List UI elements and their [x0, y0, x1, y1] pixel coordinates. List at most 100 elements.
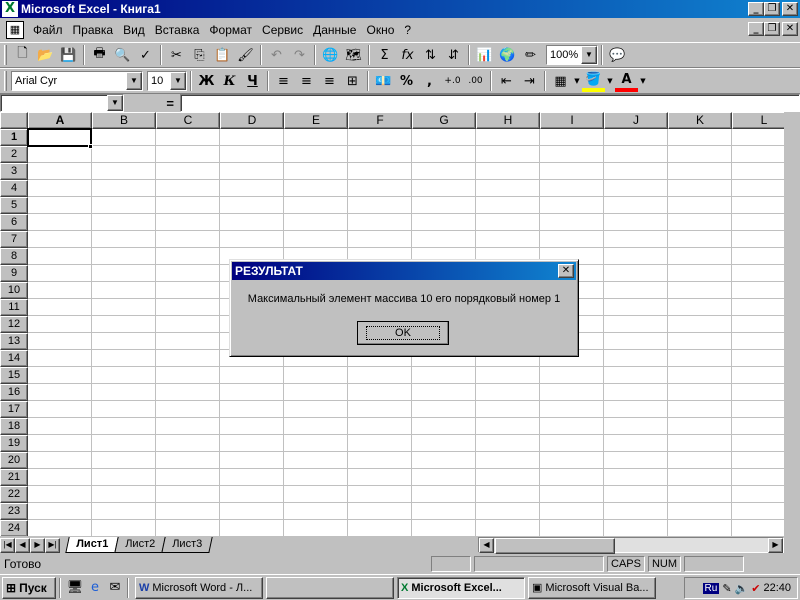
- column-header[interactable]: H: [476, 112, 540, 129]
- restore-button[interactable]: ❐: [764, 2, 780, 16]
- toolbar-grip[interactable]: [4, 71, 7, 91]
- decrease-indent-icon[interactable]: ⇤: [495, 70, 518, 92]
- name-box[interactable]: ▼: [0, 94, 124, 112]
- internet-explorer-icon[interactable]: e: [86, 579, 104, 597]
- copy-icon[interactable]: ⎘: [188, 44, 211, 66]
- row-header[interactable]: 21: [0, 469, 28, 486]
- chevron-down-icon[interactable]: ▼: [605, 70, 615, 92]
- active-cell-a1[interactable]: [27, 128, 92, 147]
- row-header[interactable]: 11: [0, 299, 28, 316]
- row-header[interactable]: 17: [0, 401, 28, 418]
- column-header[interactable]: K: [668, 112, 732, 129]
- show-desktop-icon[interactable]: 🖥: [66, 579, 84, 597]
- align-center-icon[interactable]: ≡: [295, 70, 318, 92]
- undo-icon[interactable]: ↶: [265, 44, 288, 66]
- open-folder-icon[interactable]: 📂: [34, 44, 57, 66]
- tray-check-icon[interactable]: ✔: [751, 582, 760, 595]
- menu-data[interactable]: Данные: [308, 23, 361, 37]
- next-sheet-icon[interactable]: ▶: [30, 537, 45, 553]
- chevron-down-icon[interactable]: ▼: [170, 72, 186, 90]
- row-header[interactable]: 2: [0, 146, 28, 163]
- sort-ascending-icon[interactable]: ⇅: [419, 44, 442, 66]
- sheet-tab-2[interactable]: Лист2: [114, 537, 166, 553]
- formula-input[interactable]: [180, 94, 800, 112]
- task-button-word[interactable]: W Microsoft Word - Л...: [135, 576, 263, 599]
- column-header[interactable]: J: [604, 112, 668, 129]
- menu-file[interactable]: Файл: [28, 23, 68, 37]
- row-header[interactable]: 19: [0, 435, 28, 452]
- format-painter-icon[interactable]: 🖌: [234, 44, 257, 66]
- doc-minimize-button[interactable]: _: [748, 22, 764, 36]
- font-color-icon[interactable]: A: [615, 70, 638, 92]
- print-icon[interactable]: 🖶: [88, 44, 111, 66]
- last-sheet-icon[interactable]: ▶|: [45, 537, 60, 553]
- row-header[interactable]: 18: [0, 418, 28, 435]
- scroll-thumb[interactable]: [495, 538, 615, 554]
- column-header[interactable]: D: [220, 112, 284, 129]
- zoom-select[interactable]: 100% ▼: [546, 45, 598, 65]
- close-icon[interactable]: ✕: [558, 264, 574, 278]
- dialog-title-bar[interactable]: РЕЗУЛЬТАТ ✕: [232, 262, 576, 280]
- web-toolbar-icon[interactable]: 🗺: [342, 44, 365, 66]
- chevron-down-icon[interactable]: ▼: [581, 46, 597, 64]
- edit-formula-button[interactable]: =: [124, 96, 180, 111]
- spelling-icon[interactable]: ✓: [134, 44, 157, 66]
- menu-insert[interactable]: Вставка: [150, 23, 205, 37]
- vertical-scrollbar[interactable]: [784, 112, 800, 536]
- task-button-excel[interactable]: X Microsoft Excel...: [397, 576, 525, 599]
- column-header[interactable]: B: [92, 112, 156, 129]
- doc-restore-button[interactable]: ❐: [764, 22, 780, 36]
- cut-icon[interactable]: ✂: [165, 44, 188, 66]
- font-size-select[interactable]: 10 ▼: [147, 71, 187, 91]
- toolbar-grip[interactable]: [4, 45, 7, 65]
- horizontal-scrollbar[interactable]: ◀ ▶: [478, 537, 784, 554]
- scroll-right-icon[interactable]: ▶: [768, 538, 783, 553]
- row-header[interactable]: 15: [0, 367, 28, 384]
- tray-app-icon[interactable]: ✎: [722, 582, 731, 595]
- autosum-icon[interactable]: Σ: [373, 44, 396, 66]
- row-header[interactable]: 16: [0, 384, 28, 401]
- menu-edit[interactable]: Правка: [68, 23, 119, 37]
- doc-close-button[interactable]: ✕: [782, 22, 798, 36]
- column-header[interactable]: F: [348, 112, 412, 129]
- percent-icon[interactable]: %: [395, 70, 418, 92]
- select-all-corner[interactable]: [0, 112, 28, 129]
- column-header[interactable]: I: [540, 112, 604, 129]
- redo-icon[interactable]: ↷: [288, 44, 311, 66]
- row-header[interactable]: 13: [0, 333, 28, 350]
- merge-center-icon[interactable]: ⊞: [341, 70, 364, 92]
- column-header[interactable]: G: [412, 112, 476, 129]
- row-header[interactable]: 5: [0, 197, 28, 214]
- row-header[interactable]: 20: [0, 452, 28, 469]
- row-header[interactable]: 4: [0, 180, 28, 197]
- save-icon[interactable]: 💾: [57, 44, 80, 66]
- menu-view[interactable]: Вид: [118, 23, 150, 37]
- sheet-tab-3[interactable]: Лист3: [161, 537, 213, 553]
- new-document-icon[interactable]: 🗋: [11, 44, 34, 66]
- fill-handle[interactable]: [88, 144, 93, 149]
- chevron-down-icon[interactable]: ▼: [638, 70, 648, 92]
- chevron-down-icon[interactable]: ▼: [126, 72, 142, 90]
- document-icon[interactable]: ▦: [6, 21, 24, 39]
- office-assistant-icon[interactable]: 💬: [606, 44, 629, 66]
- comma-style-icon[interactable]: ,: [418, 70, 441, 92]
- chevron-down-icon[interactable]: ▼: [572, 70, 582, 92]
- menu-format[interactable]: Формат: [204, 23, 257, 37]
- borders-icon[interactable]: ▦: [549, 70, 572, 92]
- drawing-icon[interactable]: ✏: [519, 44, 542, 66]
- row-header[interactable]: 9: [0, 265, 28, 282]
- start-button[interactable]: ⊞ Пуск: [2, 576, 56, 599]
- ok-button[interactable]: OK: [357, 321, 449, 345]
- column-header[interactable]: C: [156, 112, 220, 129]
- row-header[interactable]: 12: [0, 316, 28, 333]
- clock[interactable]: 22:40: [763, 582, 791, 594]
- function-icon[interactable]: fx: [396, 44, 419, 66]
- language-indicator[interactable]: Ru: [702, 582, 720, 594]
- bold-button[interactable]: Ж: [195, 70, 218, 92]
- fill-color-icon[interactable]: 🪣: [582, 70, 605, 92]
- row-header[interactable]: 10: [0, 282, 28, 299]
- chart-wizard-icon[interactable]: 📊: [473, 44, 496, 66]
- volume-icon[interactable]: 🔈: [735, 582, 749, 595]
- task-button-empty[interactable]: [266, 576, 394, 599]
- row-header[interactable]: 23: [0, 503, 28, 520]
